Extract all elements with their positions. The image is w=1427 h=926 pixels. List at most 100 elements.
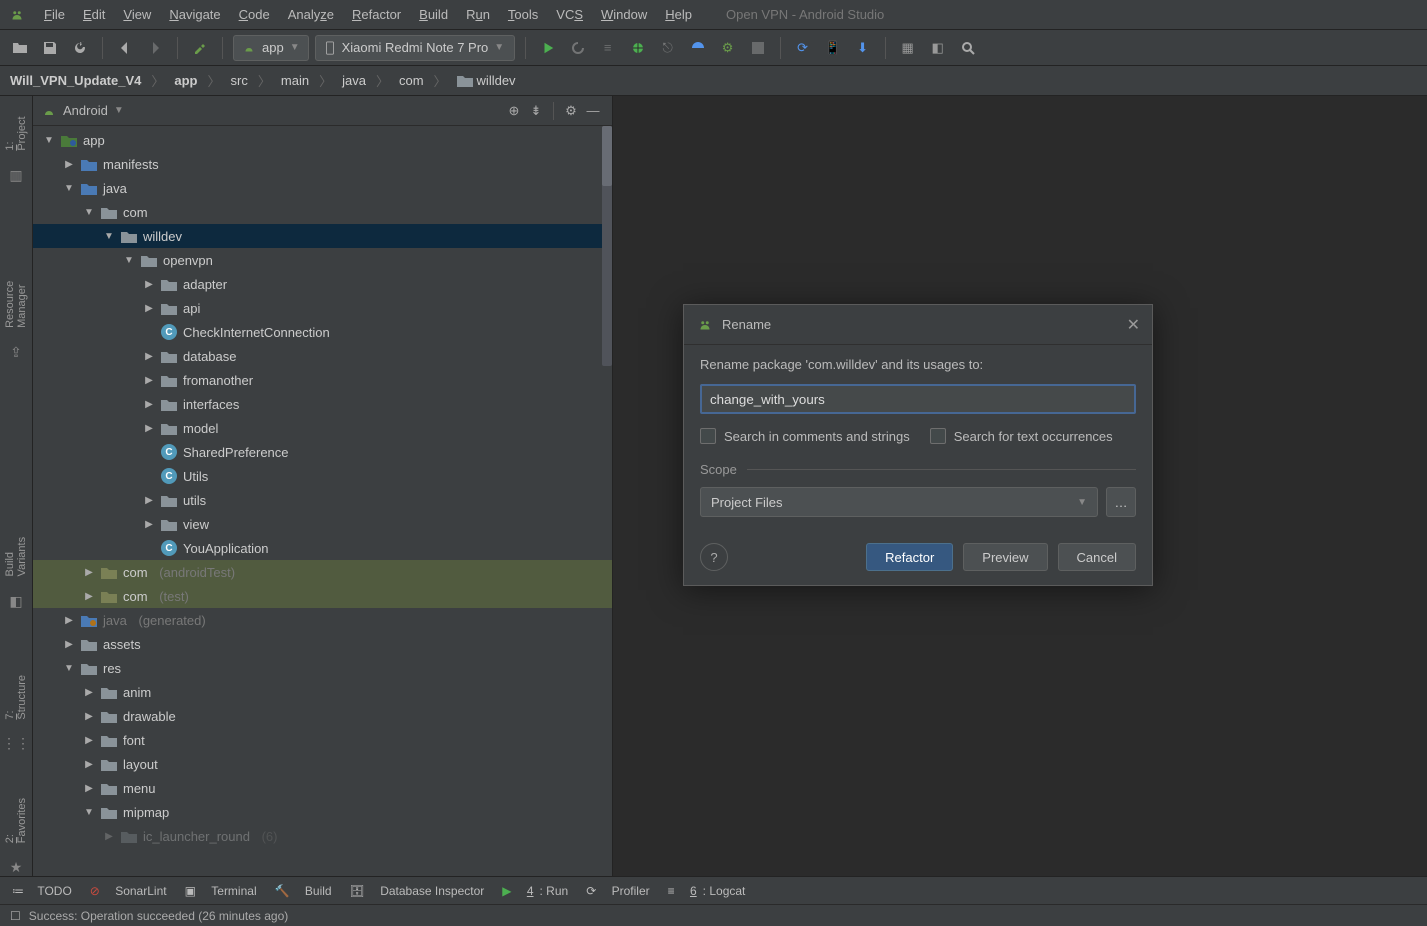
project-tree[interactable]: ▼app ▶manifests ▼java ▼com ▼willdev ▼ope… — [33, 126, 612, 876]
statusbar-icon[interactable]: ☐ — [10, 909, 21, 923]
tree-node-openvpn[interactable]: ▼openvpn — [33, 248, 612, 272]
tree-node-anim[interactable]: ▶anim — [33, 680, 612, 704]
tree-node-com[interactable]: ▼com — [33, 200, 612, 224]
crumb-app[interactable]: app — [174, 73, 197, 88]
chevron-down-icon[interactable]: ▼ — [114, 105, 124, 116]
tab-profiler[interactable]: ⟳ Profiler — [586, 884, 649, 898]
checkbox-search-comments[interactable]: Search in comments and strings — [700, 428, 910, 444]
menu-edit[interactable]: Edit — [75, 3, 113, 26]
debug-icon[interactable] — [626, 36, 650, 60]
tree-node-com-test[interactable]: ▶com (test) — [33, 584, 612, 608]
tree-node-assets[interactable]: ▶assets — [33, 632, 612, 656]
tree-node-fromanother[interactable]: ▶fromanother — [33, 368, 612, 392]
menu-code[interactable]: Code — [231, 3, 278, 26]
rename-input[interactable] — [700, 384, 1136, 414]
tree-node-utils-class[interactable]: CUtils — [33, 464, 612, 488]
project-mode-label[interactable]: Android — [63, 103, 108, 118]
tree-node-app[interactable]: ▼app — [33, 128, 612, 152]
tree-node-iclauncher[interactable]: ▶ic_launcher_round (6) — [33, 824, 612, 848]
tab-terminal[interactable]: ▣ Terminal — [185, 884, 257, 898]
profile-icon[interactable] — [686, 36, 710, 60]
refactor-button[interactable]: Refactor — [866, 543, 953, 571]
menu-navigate[interactable]: Navigate — [161, 3, 228, 26]
tab-todo[interactable]: ≔ TODO — [12, 884, 72, 898]
tab-build[interactable]: 🔨 Build — [275, 884, 332, 898]
tree-node-sharedpref[interactable]: CSharedPreference — [33, 440, 612, 464]
sidebar-build-variants[interactable]: Build Variants — [4, 506, 28, 582]
attach-debugger-icon[interactable]: ⎋ — [656, 36, 680, 60]
scope-more-button[interactable]: … — [1106, 487, 1136, 517]
close-icon[interactable]: ✕ — [1127, 315, 1140, 335]
tree-node-manifests[interactable]: ▶manifests — [33, 152, 612, 176]
resource-manager-icon[interactable]: ◧ — [926, 36, 950, 60]
star-icon[interactable]: ★ — [10, 859, 23, 876]
tree-node-adapter[interactable]: ▶adapter — [33, 272, 612, 296]
tab-database-inspector[interactable]: 🗄 Database Inspector — [350, 884, 485, 898]
back-icon[interactable] — [113, 36, 137, 60]
tree-node-menu[interactable]: ▶menu — [33, 776, 612, 800]
help-button[interactable]: ? — [700, 543, 728, 571]
checkbox-search-text[interactable]: Search for text occurrences — [930, 428, 1113, 444]
scrollbar-thumb[interactable] — [602, 126, 612, 186]
search-everywhere-icon[interactable] — [956, 36, 980, 60]
hammer-icon[interactable] — [188, 36, 212, 60]
crumb-main[interactable]: main — [281, 73, 309, 88]
tree-node-drawable[interactable]: ▶drawable — [33, 704, 612, 728]
tree-node-res[interactable]: ▼res — [33, 656, 612, 680]
refresh-icon[interactable] — [68, 36, 92, 60]
menu-vcs[interactable]: VCS — [548, 3, 591, 26]
tree-node-java-gen[interactable]: ▶java (generated) — [33, 608, 612, 632]
open-icon[interactable] — [8, 36, 32, 60]
sidebar-structure[interactable]: 7: Structure — [4, 659, 28, 726]
scope-combo[interactable]: Project Files ▼ — [700, 487, 1098, 517]
tree-node-youapp[interactable]: CYouApplication — [33, 536, 612, 560]
sync-icon[interactable]: ⟳ — [791, 36, 815, 60]
menu-analyze[interactable]: Analyze — [280, 3, 342, 26]
menu-run[interactable]: Run — [458, 3, 498, 26]
avd-manager-icon[interactable]: 📱 — [821, 36, 845, 60]
hide-icon[interactable]: — — [582, 103, 604, 118]
forward-icon[interactable] — [143, 36, 167, 60]
device-combo[interactable]: Xiaomi Redmi Note 7 Pro ▼ — [315, 35, 515, 61]
sidebar-project[interactable]: 1: Project — [4, 100, 28, 157]
layout-inspector-icon[interactable]: ▦ — [896, 36, 920, 60]
sidebar-favorites[interactable]: 2: Favorites — [4, 782, 28, 849]
variant-icon[interactable]: ◧ — [9, 593, 22, 610]
share-icon[interactable]: ⇪ — [10, 344, 22, 361]
tree-node-interfaces[interactable]: ▶interfaces — [33, 392, 612, 416]
gear-icon[interactable]: ⚙ — [560, 103, 582, 119]
tree-node-mipmap[interactable]: ▼mipmap — [33, 800, 612, 824]
crumb-com[interactable]: com — [399, 73, 424, 88]
tree-node-utils-pkg[interactable]: ▶utils — [33, 488, 612, 512]
stop-icon[interactable] — [746, 36, 770, 60]
sdk-manager-icon[interactable]: ⬇ — [851, 36, 875, 60]
coverage-icon[interactable]: ≡ — [596, 36, 620, 60]
menu-file[interactable]: File — [36, 3, 73, 26]
menu-help[interactable]: Help — [657, 3, 700, 26]
structure-icon[interactable]: ⋮⋮ — [2, 735, 30, 752]
menu-refactor[interactable]: Refactor — [344, 3, 409, 26]
tree-node-view[interactable]: ▶view — [33, 512, 612, 536]
apply-changes-icon[interactable] — [566, 36, 590, 60]
tree-node-model[interactable]: ▶model — [33, 416, 612, 440]
folder-icon[interactable]: ▥ — [9, 167, 22, 184]
module-combo[interactable]: app ▼ — [233, 35, 309, 61]
app-inspection-icon[interactable]: ⚙ — [716, 36, 740, 60]
tree-node-api[interactable]: ▶api — [33, 296, 612, 320]
tab-logcat[interactable]: ≡ 6: Logcat — [668, 884, 746, 898]
tree-node-font[interactable]: ▶font — [33, 728, 612, 752]
crumb-java[interactable]: java — [342, 73, 366, 88]
tree-node-layout[interactable]: ▶layout — [33, 752, 612, 776]
crumb-willdev[interactable]: willdev — [477, 73, 516, 88]
menu-view[interactable]: View — [115, 3, 159, 26]
sidebar-resource-manager[interactable]: Resource Manager — [4, 232, 28, 334]
preview-button[interactable]: Preview — [963, 543, 1047, 571]
tree-node-willdev[interactable]: ▼willdev — [33, 224, 612, 248]
tree-node-java[interactable]: ▼java — [33, 176, 612, 200]
collapse-icon[interactable]: ⇟ — [525, 103, 547, 119]
tree-node-checkinternet[interactable]: CCheckInternetConnection — [33, 320, 612, 344]
tab-sonarlint[interactable]: ⊘ SonarLint — [90, 884, 167, 898]
breadcrumb[interactable]: Will_VPN_Update_V4 〉 app 〉 src 〉 main 〉 … — [10, 71, 516, 90]
run-icon[interactable] — [536, 36, 560, 60]
menu-tools[interactable]: Tools — [500, 3, 546, 26]
